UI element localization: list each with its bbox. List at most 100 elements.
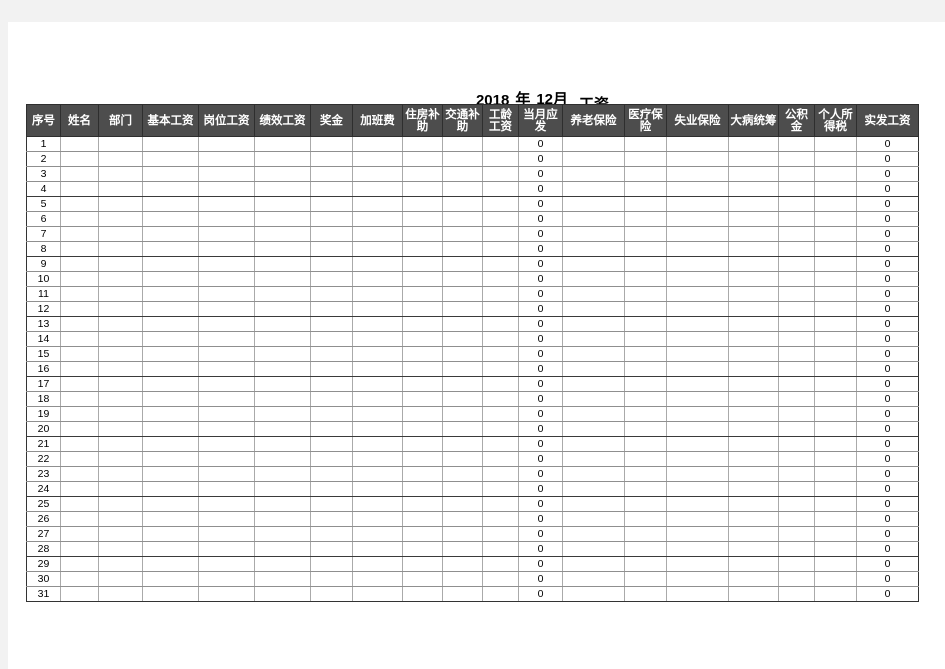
cell-overtime[interactable] [352,526,403,542]
cell-income_tax[interactable] [814,166,857,182]
cell-transport[interactable] [442,436,483,452]
column-header-payable[interactable]: 当月应发 [518,104,563,137]
cell-housing[interactable] [402,541,443,557]
cell-post_salary[interactable] [198,436,255,452]
row-index-cell[interactable]: 20 [26,421,61,437]
cell-income_tax[interactable] [814,136,857,152]
cell-name[interactable] [60,481,99,497]
cell-overtime[interactable] [352,571,403,587]
cell-pension[interactable] [562,271,625,287]
cell-income_tax[interactable] [814,541,857,557]
row-index-cell[interactable]: 3 [26,166,61,182]
cell-medical[interactable] [624,541,667,557]
cell-housing[interactable] [402,241,443,257]
cell-perf_salary[interactable] [254,226,311,242]
cell-payable[interactable]: 0 [518,556,563,572]
cell-income_tax[interactable] [814,556,857,572]
cell-post_salary[interactable] [198,271,255,287]
cell-seniority[interactable] [482,151,519,167]
cell-housing[interactable] [402,481,443,497]
cell-base_salary[interactable] [142,136,199,152]
cell-unemployment[interactable] [666,331,729,347]
cell-perf_salary[interactable] [254,181,311,197]
cell-unemployment[interactable] [666,166,729,182]
cell-housing_fund[interactable] [778,361,815,377]
cell-housing_fund[interactable] [778,406,815,422]
cell-department[interactable] [98,406,143,422]
cell-name[interactable] [60,286,99,302]
cell-seniority[interactable] [482,406,519,422]
cell-unemployment[interactable] [666,256,729,272]
cell-bonus[interactable] [310,241,353,257]
cell-medical[interactable] [624,391,667,407]
cell-medical[interactable] [624,241,667,257]
cell-income_tax[interactable] [814,151,857,167]
cell-overtime[interactable] [352,181,403,197]
cell-serious_ill[interactable] [728,376,779,392]
cell-transport[interactable] [442,301,483,317]
cell-pension[interactable] [562,196,625,212]
cell-seniority[interactable] [482,466,519,482]
cell-bonus[interactable] [310,271,353,287]
cell-pension[interactable] [562,541,625,557]
cell-bonus[interactable] [310,541,353,557]
cell-overtime[interactable] [352,451,403,467]
cell-net_salary[interactable]: 0 [856,361,919,377]
cell-name[interactable] [60,166,99,182]
cell-overtime[interactable] [352,226,403,242]
cell-department[interactable] [98,391,143,407]
cell-housing[interactable] [402,196,443,212]
cell-unemployment[interactable] [666,136,729,152]
cell-net_salary[interactable]: 0 [856,151,919,167]
cell-housing_fund[interactable] [778,391,815,407]
cell-medical[interactable] [624,406,667,422]
cell-base_salary[interactable] [142,271,199,287]
cell-base_salary[interactable] [142,511,199,527]
cell-bonus[interactable] [310,436,353,452]
cell-seniority[interactable] [482,511,519,527]
cell-department[interactable] [98,331,143,347]
cell-income_tax[interactable] [814,331,857,347]
cell-department[interactable] [98,481,143,497]
cell-unemployment[interactable] [666,421,729,437]
column-header-medical[interactable]: 医疗保险 [624,104,667,137]
cell-bonus[interactable] [310,301,353,317]
cell-name[interactable] [60,151,99,167]
cell-transport[interactable] [442,316,483,332]
cell-pension[interactable] [562,361,625,377]
cell-net_salary[interactable]: 0 [856,166,919,182]
cell-payable[interactable]: 0 [518,421,563,437]
cell-housing_fund[interactable] [778,151,815,167]
cell-housing[interactable] [402,346,443,362]
cell-housing[interactable] [402,526,443,542]
cell-perf_salary[interactable] [254,256,311,272]
cell-pension[interactable] [562,571,625,587]
cell-base_salary[interactable] [142,196,199,212]
cell-seniority[interactable] [482,556,519,572]
cell-housing_fund[interactable] [778,256,815,272]
cell-department[interactable] [98,226,143,242]
cell-pension[interactable] [562,496,625,512]
cell-department[interactable] [98,571,143,587]
column-header-overtime[interactable]: 加班费 [352,104,403,137]
row-index-cell[interactable]: 13 [26,316,61,332]
cell-pension[interactable] [562,346,625,362]
cell-perf_salary[interactable] [254,526,311,542]
cell-housing[interactable] [402,286,443,302]
cell-payable[interactable]: 0 [518,271,563,287]
cell-base_salary[interactable] [142,586,199,602]
cell-overtime[interactable] [352,151,403,167]
cell-net_salary[interactable]: 0 [856,331,919,347]
cell-post_salary[interactable] [198,151,255,167]
cell-housing_fund[interactable] [778,136,815,152]
row-index-cell[interactable]: 30 [26,571,61,587]
cell-name[interactable] [60,346,99,362]
cell-payable[interactable]: 0 [518,406,563,422]
cell-post_salary[interactable] [198,526,255,542]
cell-department[interactable] [98,421,143,437]
cell-name[interactable] [60,466,99,482]
cell-transport[interactable] [442,151,483,167]
cell-name[interactable] [60,226,99,242]
row-index-cell[interactable]: 12 [26,301,61,317]
cell-medical[interactable] [624,226,667,242]
